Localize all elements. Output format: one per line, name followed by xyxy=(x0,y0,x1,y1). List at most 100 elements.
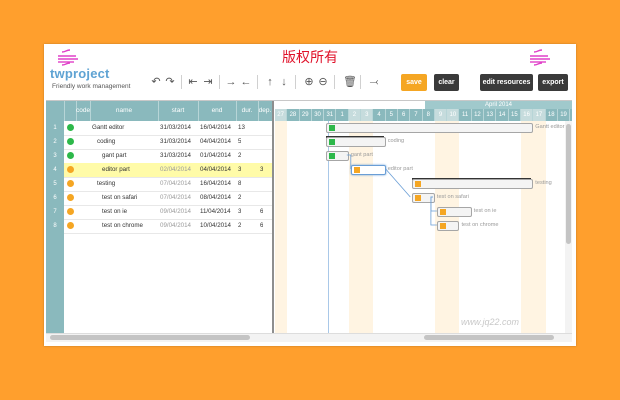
status-dot[interactable] xyxy=(67,208,74,215)
table-row[interactable]: 2 coding 31/03/2014 04/04/2014 5 xyxy=(46,135,272,150)
status-dot[interactable] xyxy=(67,194,74,201)
status-dot[interactable] xyxy=(67,166,74,173)
header-end[interactable]: end xyxy=(198,101,237,121)
zoom-in-icon[interactable]: ⊕ xyxy=(303,75,315,89)
task-name[interactable]: testing xyxy=(97,177,158,191)
task-duration[interactable]: 5 xyxy=(238,135,241,149)
header-code[interactable]: code xyxy=(76,101,91,121)
task-dependency[interactable]: 6 xyxy=(260,205,263,219)
edit-resources-button[interactable]: edit resources xyxy=(480,74,533,91)
empty-row xyxy=(46,275,64,290)
task-start[interactable]: 09/04/2014 xyxy=(160,219,191,233)
undo-icon[interactable]: ↶ xyxy=(150,75,162,89)
row-number[interactable]: 5 xyxy=(46,177,64,192)
table-row[interactable]: 8 test on chrome 09/04/2014 10/04/2014 2 6 xyxy=(46,219,272,234)
empty-row xyxy=(46,233,64,248)
task-duration[interactable]: 3 xyxy=(238,205,241,219)
task-duration[interactable]: 2 xyxy=(238,219,241,233)
task-name[interactable]: test on safari xyxy=(102,191,158,205)
table-row[interactable]: 7 test on ie 09/04/2014 11/04/2014 3 6 xyxy=(46,205,272,220)
row-number[interactable]: 7 xyxy=(46,205,64,220)
status-dot[interactable] xyxy=(67,222,74,229)
table-row[interactable]: 5 testing 07/04/2014 16/04/2014 8 xyxy=(46,177,272,192)
status-dot[interactable] xyxy=(67,152,74,159)
task-dependency[interactable]: 6 xyxy=(260,219,263,233)
copyright-banner: 版权所有 xyxy=(282,49,338,65)
gantt-scroll-thumb[interactable] xyxy=(424,335,554,340)
row-number[interactable]: 3 xyxy=(46,149,64,164)
row-number[interactable]: 8 xyxy=(46,219,64,234)
row-number[interactable]: 4 xyxy=(46,163,64,178)
task-end[interactable]: 16/04/2014 xyxy=(200,121,231,135)
task-start[interactable]: 31/03/2014 xyxy=(160,135,191,149)
toolbar-divider xyxy=(295,75,296,89)
panel-splitter[interactable] xyxy=(272,101,274,341)
task-start[interactable]: 02/04/2014 xyxy=(160,163,191,177)
task-table: code name start end dur. dep. 1 Gantt edi… xyxy=(46,101,272,333)
move-up-icon[interactable]: ↑ xyxy=(264,75,276,89)
export-button[interactable]: export xyxy=(538,74,568,91)
task-end[interactable]: 04/04/2014 xyxy=(200,163,231,177)
task-duration[interactable]: 2 xyxy=(238,191,241,205)
table-row[interactable]: 4 editor part 02/04/2014 04/04/2014 3 3 xyxy=(46,163,272,178)
task-end[interactable]: 01/04/2014 xyxy=(200,149,231,163)
vertical-scrollbar[interactable] xyxy=(565,121,572,333)
task-name[interactable]: coding xyxy=(97,135,158,149)
status-dot[interactable] xyxy=(67,180,74,187)
task-name[interactable]: Gantt editor xyxy=(92,121,158,135)
move-left-icon[interactable]: ← xyxy=(240,75,252,89)
save-button[interactable]: save xyxy=(401,74,427,91)
header-duration[interactable]: dur. xyxy=(236,101,259,121)
table-row[interactable]: 6 test on safari 07/04/2014 08/04/2014 2 xyxy=(46,191,272,206)
move-right-icon[interactable]: → xyxy=(225,75,237,89)
redo-icon[interactable]: ↷ xyxy=(164,75,176,89)
indent-right-icon[interactable]: ⇥ xyxy=(202,75,214,89)
task-start[interactable]: 09/04/2014 xyxy=(160,205,191,219)
task-name[interactable]: test on chrome xyxy=(102,219,158,233)
row-number[interactable]: 1 xyxy=(46,121,64,136)
task-start[interactable]: 07/04/2014 xyxy=(160,177,191,191)
task-duration[interactable]: 13 xyxy=(238,121,245,135)
task-start[interactable]: 31/03/2014 xyxy=(160,121,191,135)
task-duration[interactable]: 2 xyxy=(238,149,241,163)
vertical-scroll-thumb[interactable] xyxy=(566,124,571,244)
dependency-lines xyxy=(346,154,437,226)
header-name[interactable]: name xyxy=(90,101,159,121)
task-start[interactable]: 31/03/2014 xyxy=(160,149,191,163)
dependency-connector xyxy=(430,196,437,212)
status-dot[interactable] xyxy=(67,124,74,131)
zoom-out-icon[interactable]: ⊖ xyxy=(317,75,329,89)
horizontal-scrollbar[interactable] xyxy=(46,333,572,342)
task-end[interactable]: 10/04/2014 xyxy=(200,219,231,233)
delete-icon[interactable]: 🗑 xyxy=(343,75,357,89)
row-number[interactable]: 6 xyxy=(46,191,64,206)
task-start[interactable]: 07/04/2014 xyxy=(160,191,191,205)
clear-button[interactable]: clear xyxy=(434,74,459,91)
task-name[interactable]: editor part xyxy=(102,163,158,177)
header-dependencies[interactable]: dep. xyxy=(258,101,272,121)
link-icon[interactable]: ⤙ xyxy=(368,75,380,89)
task-end[interactable]: 08/04/2014 xyxy=(200,191,231,205)
toolbar-divider xyxy=(219,75,220,89)
logo-subtitle: Friendly work management xyxy=(52,83,131,90)
task-end[interactable]: 16/04/2014 xyxy=(200,177,231,191)
status-dot[interactable] xyxy=(67,138,74,145)
task-name[interactable]: gant part xyxy=(102,149,158,163)
table-row[interactable]: 3 gant part 31/03/2014 01/04/2014 2 xyxy=(46,149,272,164)
task-end[interactable]: 11/04/2014 xyxy=(200,205,231,219)
task-duration[interactable]: 3 xyxy=(238,163,241,177)
table-row[interactable]: 1 Gantt editor 31/03/2014 16/04/2014 13 xyxy=(46,121,272,136)
header-start[interactable]: start xyxy=(158,101,199,121)
dependency-connector xyxy=(385,168,411,198)
task-duration[interactable]: 8 xyxy=(238,177,241,191)
task-end[interactable]: 04/04/2014 xyxy=(200,135,231,149)
row-number[interactable]: 2 xyxy=(46,135,64,150)
toolbar-divider xyxy=(181,75,182,89)
task-dependency[interactable]: 3 xyxy=(260,163,263,177)
table-scroll-thumb[interactable] xyxy=(50,335,250,340)
indent-left-icon[interactable]: ⇤ xyxy=(187,75,199,89)
toolbar-divider xyxy=(334,75,335,89)
move-down-icon[interactable]: ↓ xyxy=(278,75,290,89)
task-name[interactable]: test on ie xyxy=(102,205,158,219)
dependency-connector xyxy=(346,154,352,169)
